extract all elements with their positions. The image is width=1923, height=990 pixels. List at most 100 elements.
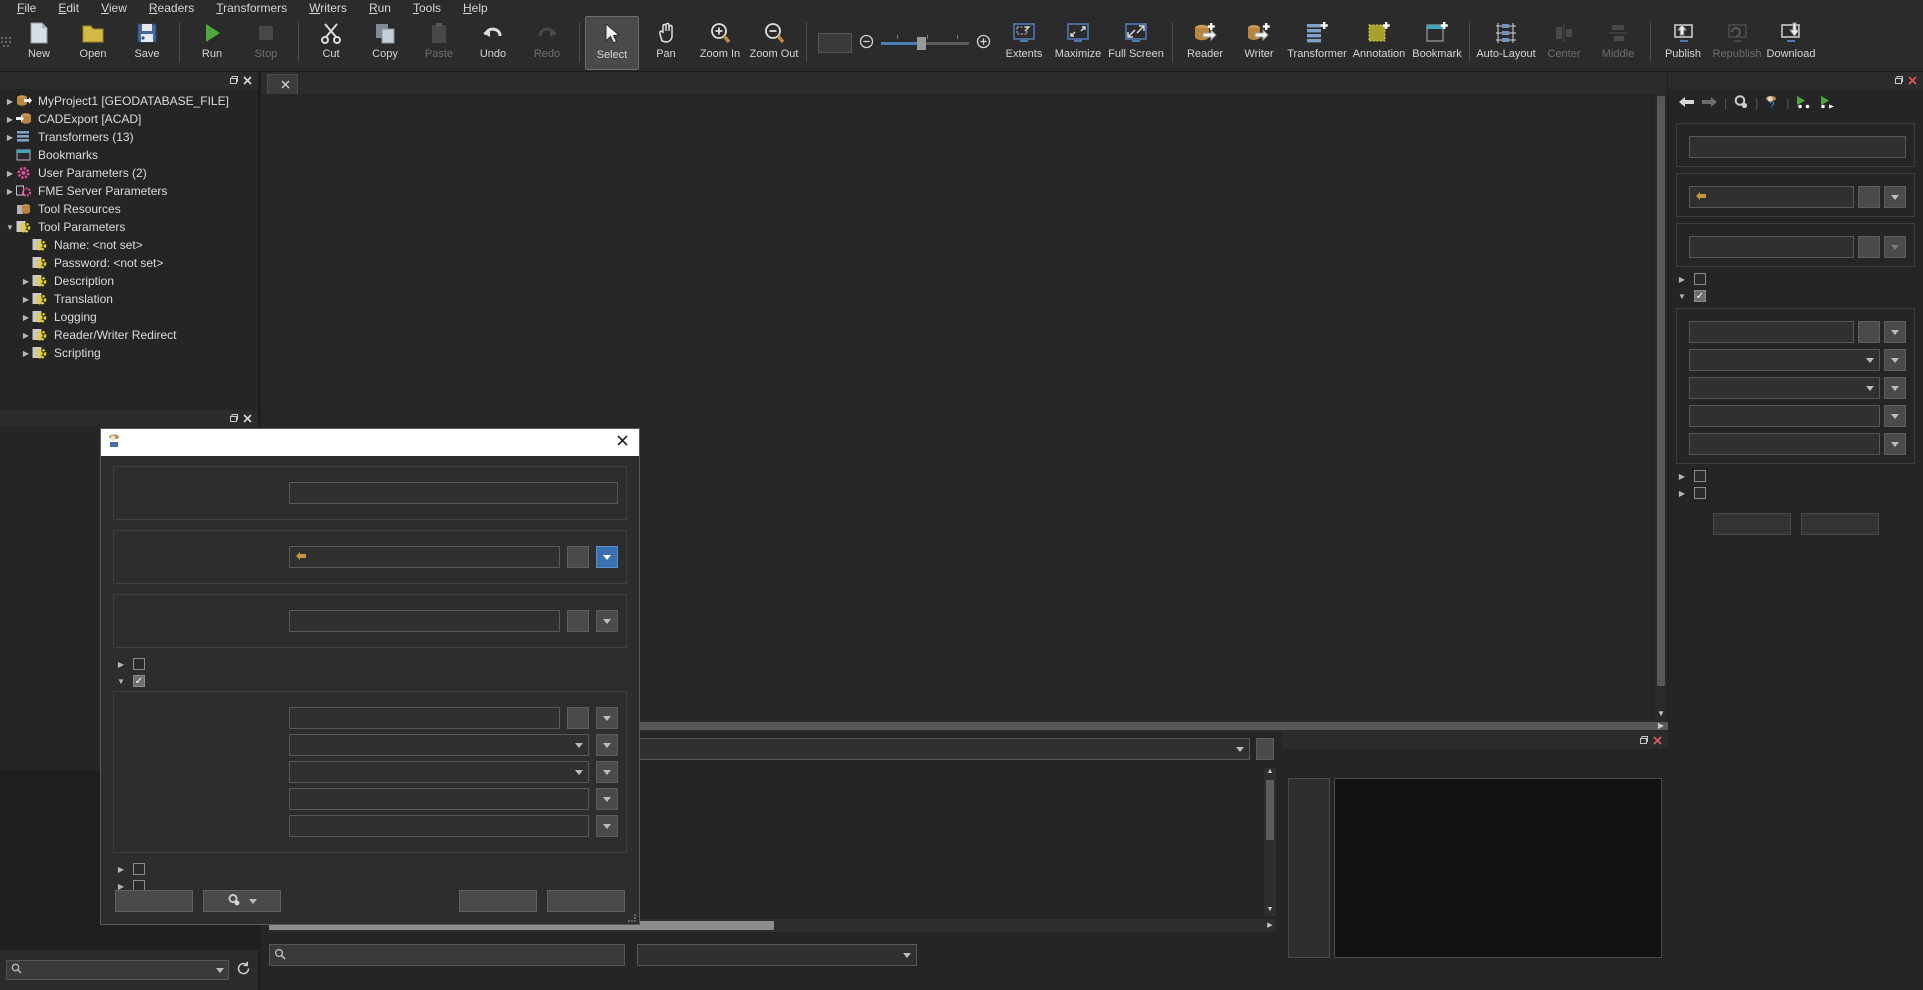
menu-edit[interactable]: Edit (47, 0, 90, 16)
menu-transformers[interactable]: Transformers (205, 0, 298, 16)
chevron-down-icon[interactable] (216, 967, 224, 973)
cut-button[interactable]: Cut (304, 16, 358, 70)
chevron-right-icon[interactable]: ▶ (4, 187, 16, 196)
copy-button[interactable]: Copy (358, 16, 412, 70)
dialog-line-weight-dropdown-button[interactable] (596, 761, 618, 783)
menu-help[interactable]: Help (452, 0, 499, 16)
pe-linetype-dropdown-button[interactable] (1884, 321, 1906, 343)
pe-text-checkbox[interactable] (1694, 487, 1706, 499)
reader-button[interactable]: Reader (1178, 16, 1232, 70)
chevron-right-icon[interactable]: ▶ (20, 349, 32, 358)
nav-item-tool-parameters[interactable]: ▼ Tool Parameters (0, 218, 258, 236)
zoom-in-button[interactable]: Zoom In (693, 16, 747, 70)
menu-writers[interactable]: Writers (298, 0, 358, 16)
table-vscrollbar[interactable]: ▲ ▼ (1264, 768, 1276, 916)
nav-item-scripting[interactable]: ▶ Scripting (0, 344, 258, 362)
pe-areas-checkbox[interactable] (1694, 470, 1706, 482)
cancel-button[interactable] (547, 890, 625, 912)
columns-button[interactable] (1256, 738, 1274, 760)
chevron-right-icon[interactable]: ▶ (20, 331, 32, 340)
presets-button[interactable] (203, 890, 281, 912)
nav-item-logging[interactable]: ▶ Logging (0, 308, 258, 326)
navigator-tree[interactable]: ▶ MyProject1 [GEODATABASE_FILE] ▶ CADExport… (0, 89, 258, 410)
save-button[interactable]: Save (120, 16, 174, 70)
dialog-linetype-browse-button[interactable] (567, 707, 589, 729)
dialog-lines-row[interactable]: ▼ ✓ (115, 675, 639, 687)
pe-blocks-row[interactable]: ▶ (1676, 273, 1923, 285)
dialog-lines-checkbox[interactable]: ✓ (133, 675, 145, 687)
new-button[interactable]: New (12, 16, 66, 70)
close-icon[interactable] (240, 412, 254, 426)
pe-blocks-checkbox[interactable] (1694, 273, 1706, 285)
menu-tools[interactable]: Tools (402, 0, 452, 16)
column-filter-select[interactable] (636, 944, 917, 966)
dialog-areas-checkbox[interactable] (133, 863, 145, 875)
center-button[interactable]: Center (1537, 16, 1591, 70)
dialog-line-weight-select[interactable] (289, 761, 589, 783)
annotation-button[interactable]: Annotation (1348, 16, 1410, 70)
chevron-right-icon[interactable]: ▶ (115, 660, 127, 669)
dialog-linetype-gen-dropdown-button[interactable] (596, 734, 618, 756)
nav-item-reader-writer-redirect[interactable]: ▶ Reader/Writer Redirect (0, 326, 258, 344)
dialog-linetype-input[interactable] (289, 707, 560, 729)
run-to-here-icon[interactable] (1795, 94, 1813, 113)
pe-color-dropdown-button[interactable] (1884, 186, 1906, 208)
dialog-color-browse-button[interactable] (567, 546, 589, 568)
dialog-line-elev-dropdown-button[interactable] (596, 815, 618, 837)
nav-item-tool-resources[interactable]: Tool Resources (0, 200, 258, 218)
dialog-blocks-checkbox[interactable] (133, 658, 145, 670)
dialog-color-input[interactable] (289, 546, 560, 568)
nav-item-translation[interactable]: ▶ Translation (0, 290, 258, 308)
back-arrow-icon[interactable] (1678, 95, 1695, 112)
close-icon[interactable] (1650, 734, 1664, 748)
nav-item-cadexport-acad[interactable]: ▶ CADExport [ACAD] (0, 110, 258, 128)
pe-template-dropdown-button[interactable] (1884, 236, 1906, 258)
nav-item-password-not-set[interactable]: Password: <not set> (0, 254, 258, 272)
chevron-right-icon[interactable]: ▶ (1676, 489, 1688, 498)
transformer-button[interactable]: Transformer (1286, 16, 1348, 70)
dialog-color-dropdown-button[interactable] (596, 546, 618, 568)
help-button[interactable] (115, 890, 193, 912)
select-button[interactable]: Select (585, 16, 639, 70)
pe-color-browse-button[interactable] (1858, 186, 1880, 208)
dialog-resize-handle[interactable] (627, 912, 637, 922)
pe-line-weight-select[interactable] (1689, 377, 1880, 399)
chevron-down-icon[interactable]: ▼ (1676, 292, 1688, 301)
dialog-areas-row[interactable]: ▶ (115, 863, 639, 875)
bookmark-button[interactable]: Bookmark (1410, 16, 1464, 70)
chevron-right-icon[interactable]: ▶ (115, 865, 127, 874)
pe-template-browse-button[interactable] (1858, 236, 1880, 258)
redo-button[interactable]: Redo (520, 16, 574, 70)
minus-circle-icon[interactable] (859, 34, 874, 52)
nav-item-description[interactable]: ▶ Description (0, 272, 258, 290)
chevron-right-icon[interactable]: ▶ (20, 295, 32, 304)
restore-window-icon[interactable] (226, 412, 240, 426)
zoom-slider[interactable] (881, 35, 969, 51)
writer-button[interactable]: Writer (1232, 16, 1286, 70)
middle-button[interactable]: Middle (1591, 16, 1645, 70)
toolbar-grip[interactable] (0, 22, 12, 62)
menu-readers[interactable]: Readers (138, 0, 205, 16)
pe-linetype-input[interactable] (1689, 321, 1854, 343)
publish-button[interactable]: Publish (1656, 16, 1710, 70)
pe-transformer-name-input[interactable] (1689, 136, 1906, 158)
dialog-linetype-gen-select[interactable] (289, 734, 589, 756)
pe-lines-row[interactable]: ▼ ✓ (1676, 290, 1923, 302)
pe-lines-checkbox[interactable]: ✓ (1694, 290, 1706, 302)
chevron-right-icon[interactable]: ▶ (4, 133, 16, 142)
dialog-line-elev-input[interactable] (289, 815, 589, 837)
menu-view[interactable]: View (90, 0, 138, 16)
pe-line-elev-dropdown-button[interactable] (1884, 433, 1906, 455)
pe-color-input[interactable] (1689, 186, 1854, 208)
undo-button[interactable]: Undo (466, 16, 520, 70)
dwgstyler-parameters-dialog[interactable]: ▶ ▼ ✓ ▶ ▶ (100, 428, 640, 925)
dialog-transformer-name-input[interactable] (289, 482, 618, 504)
nav-item-fme-server-parameters[interactable]: ▶ FME Server Parameters (0, 182, 258, 200)
close-icon[interactable] (281, 78, 290, 92)
run-from-here-icon[interactable] (1819, 94, 1837, 113)
paste-button[interactable]: Paste (412, 16, 466, 70)
pan-button[interactable]: Pan (639, 16, 693, 70)
run-button[interactable]: Run (185, 16, 239, 70)
gear-user-icon[interactable] (1733, 94, 1749, 113)
dialog-line-scale-input[interactable] (289, 788, 589, 810)
